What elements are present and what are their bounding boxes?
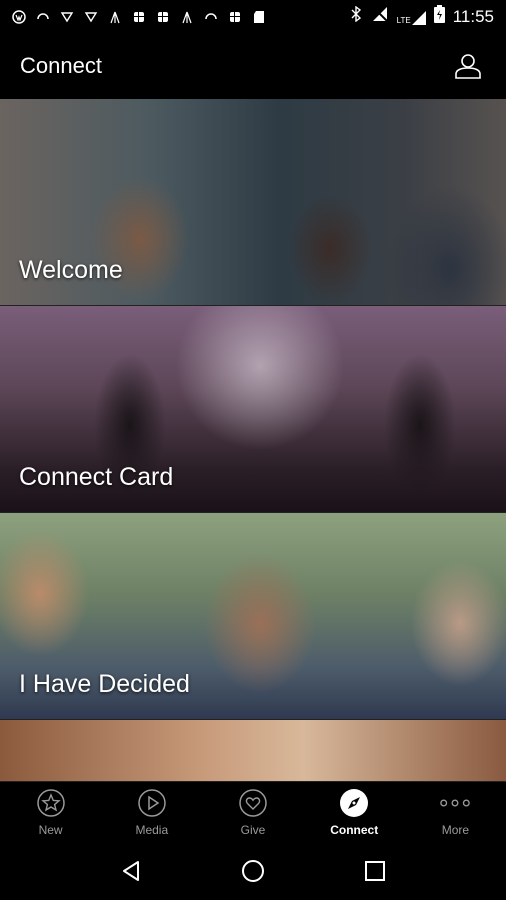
nav-item-more[interactable]: More — [405, 782, 506, 842]
nav-label: New — [38, 823, 63, 837]
system-nav-bar — [0, 842, 506, 900]
status-bar: LTE 11:55 — [0, 0, 506, 33]
bluetooth-icon — [349, 5, 363, 27]
compass-icon — [338, 787, 370, 819]
sd-card-icon — [252, 10, 266, 24]
app-grid-icon — [132, 10, 146, 24]
back-icon — [123, 861, 139, 881]
app-grid-icon — [228, 10, 242, 24]
app-grid-icon — [156, 10, 170, 24]
recents-button[interactable] — [355, 851, 395, 891]
card-label: I Have Decided — [19, 670, 190, 698]
clock: 11:55 — [452, 6, 494, 26]
connect-cards-list: Welcome Connect Card I Have Decided — [0, 99, 506, 782]
bottom-nav: New Media Give Connect More — [0, 782, 506, 842]
nav-item-give[interactable]: Give — [202, 782, 303, 842]
card-partial[interactable] — [0, 720, 506, 782]
nav-label: More — [441, 823, 470, 837]
page-title: Connect — [20, 53, 102, 78]
card-i-have-decided[interactable]: I Have Decided — [0, 513, 506, 720]
lte-signal-icon: LTE — [397, 9, 426, 25]
notification-icons — [12, 9, 266, 24]
app-bar: Connect — [0, 33, 506, 99]
wordpress-icon — [12, 9, 26, 24]
back-button[interactable] — [111, 851, 151, 891]
card-label: Connect Card — [19, 463, 174, 491]
network-type: LTE — [396, 15, 411, 25]
user-icon — [455, 54, 481, 79]
card-connect-card[interactable]: Connect Card — [0, 306, 506, 513]
heart-icon — [237, 787, 269, 819]
nav-label: Give — [240, 823, 266, 837]
no-signal-icon — [371, 5, 389, 28]
nav-item-media[interactable]: Media — [101, 782, 202, 842]
nav-label: Media — [135, 823, 169, 837]
recents-icon — [365, 861, 385, 881]
play-icon — [136, 787, 168, 819]
card-label: Welcome — [19, 256, 123, 284]
home-icon — [242, 860, 264, 882]
download-icon — [60, 10, 74, 24]
star-icon — [35, 787, 67, 819]
system-status: LTE 11:55 — [349, 5, 494, 28]
download-icon — [84, 10, 98, 24]
nav-item-connect[interactable]: Connect — [304, 782, 405, 842]
nav-item-new[interactable]: New — [0, 782, 101, 842]
headphones-icon — [204, 10, 218, 24]
tower-icon — [108, 10, 122, 24]
home-button[interactable] — [233, 851, 273, 891]
nav-label: Connect — [330, 823, 379, 837]
tower-icon — [180, 10, 194, 24]
card-welcome[interactable]: Welcome — [0, 99, 506, 306]
battery-icon — [433, 5, 445, 28]
more-icon — [439, 787, 471, 819]
profile-button[interactable] — [450, 48, 486, 84]
headphones-icon — [36, 10, 50, 24]
